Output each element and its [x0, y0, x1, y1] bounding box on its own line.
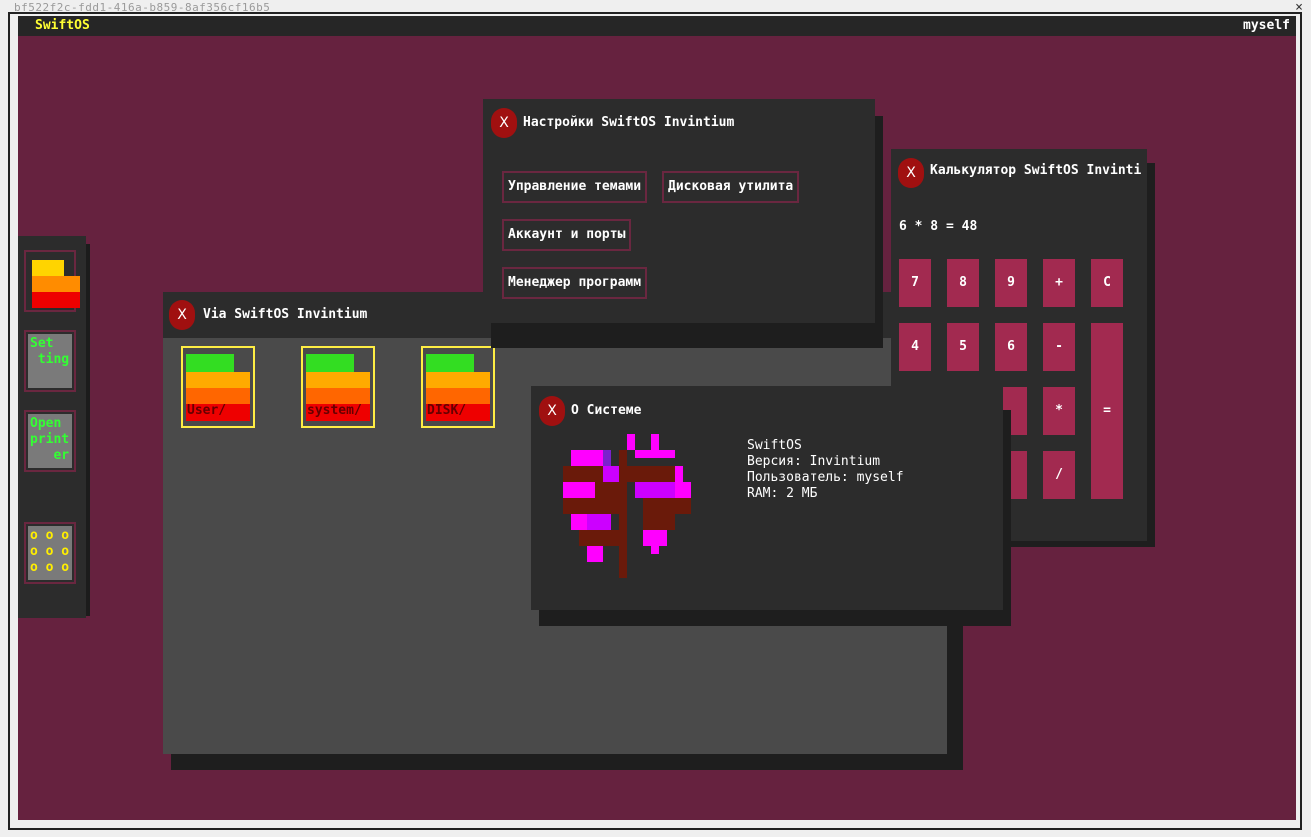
program-manager-button[interactable]: Менеджер программ: [502, 267, 648, 299]
printer-icon: Open print er: [28, 414, 72, 468]
tree-logo-icon: [563, 434, 691, 578]
key-9[interactable]: 9: [995, 259, 1027, 307]
account-ports-button[interactable]: Аккаунт и порты: [502, 219, 632, 251]
dock-files-button[interactable]: [24, 250, 80, 312]
about-window-title: О Системе: [571, 403, 642, 418]
app-grid-label: o o o o o o o o o: [30, 528, 70, 575]
settings-window-title: Настройки SwiftOS Invintium: [523, 115, 735, 130]
key-8[interactable]: 8: [947, 259, 979, 307]
about-window[interactable]: X О Системе SwiftOS Версия: Invintium По…: [531, 386, 1003, 610]
folder-icon: [186, 354, 234, 372]
calculator-close-button[interactable]: X: [898, 158, 924, 188]
via-close-button[interactable]: X: [169, 300, 195, 330]
via-window-title: Via SwiftOS Invintium: [203, 307, 368, 322]
theme-manager-button[interactable]: Управление темами: [502, 171, 648, 203]
key-minus[interactable]: -: [1043, 323, 1075, 371]
key-equals[interactable]: =: [1091, 323, 1123, 499]
folder-system[interactable]: system/: [301, 346, 375, 428]
dock-apps-button[interactable]: o o o o o o o o o: [24, 522, 76, 584]
key-divide[interactable]: /: [1043, 451, 1075, 499]
about-close-button[interactable]: X: [539, 396, 565, 426]
os-menu-button[interactable]: SwiftOS: [35, 18, 90, 33]
desktop[interactable]: SwiftOS myself Set ting Open print er o …: [18, 16, 1296, 820]
dock-printer-button[interactable]: Open print er: [24, 410, 76, 472]
settings-window[interactable]: X Настройки SwiftOS Invintium Управление…: [483, 99, 875, 323]
about-ram: RAM: 2 МБ: [747, 486, 818, 501]
folder-user[interactable]: User/: [181, 346, 255, 428]
folder-label: DISK/: [427, 403, 467, 418]
top-bar: SwiftOS myself: [18, 16, 1296, 36]
folder-label: system/: [307, 403, 362, 418]
key-plus[interactable]: +: [1043, 259, 1075, 307]
dock-settings-label: Set ting: [30, 336, 70, 367]
dock: Set ting Open print er o o o o o o o o o: [18, 236, 86, 618]
key-multiply[interactable]: *: [1043, 387, 1075, 435]
folder-disk[interactable]: DISK/: [421, 346, 495, 428]
calculator-display: 6 * 8 = 48: [899, 219, 978, 234]
key-4[interactable]: 4: [899, 323, 931, 371]
disk-utility-button[interactable]: Дисковая утилита: [662, 171, 800, 203]
app-grid-icon: o o o o o o o o o: [28, 526, 72, 580]
key-6[interactable]: 6: [995, 323, 1027, 371]
folder-icon: [32, 260, 64, 276]
system-info: SwiftOS Версия: Invintium Пользователь: …: [747, 438, 904, 502]
user-name[interactable]: myself: [1243, 18, 1290, 33]
folder-icon: [306, 354, 354, 372]
window-frame: bf522f2c-fdd1-416a-b859-8af356cf16b5 × S…: [0, 0, 1311, 837]
folder-label: User/: [187, 403, 227, 418]
about-user: Пользователь: myself: [747, 470, 904, 485]
folder-icon: [426, 354, 474, 372]
calculator-window-title: Калькулятор SwiftOS Invinti: [930, 163, 1142, 178]
key-7[interactable]: 7: [899, 259, 931, 307]
settings-icon: Set ting: [28, 334, 72, 388]
about-version: Версия: Invintium: [747, 454, 881, 469]
settings-close-button[interactable]: X: [491, 108, 517, 138]
about-os-name: SwiftOS: [747, 438, 802, 453]
dock-printer-label: Open print er: [30, 416, 70, 463]
key-5[interactable]: 5: [947, 323, 979, 371]
key-clear[interactable]: C: [1091, 259, 1123, 307]
dock-settings-button[interactable]: Set ting: [24, 330, 76, 392]
